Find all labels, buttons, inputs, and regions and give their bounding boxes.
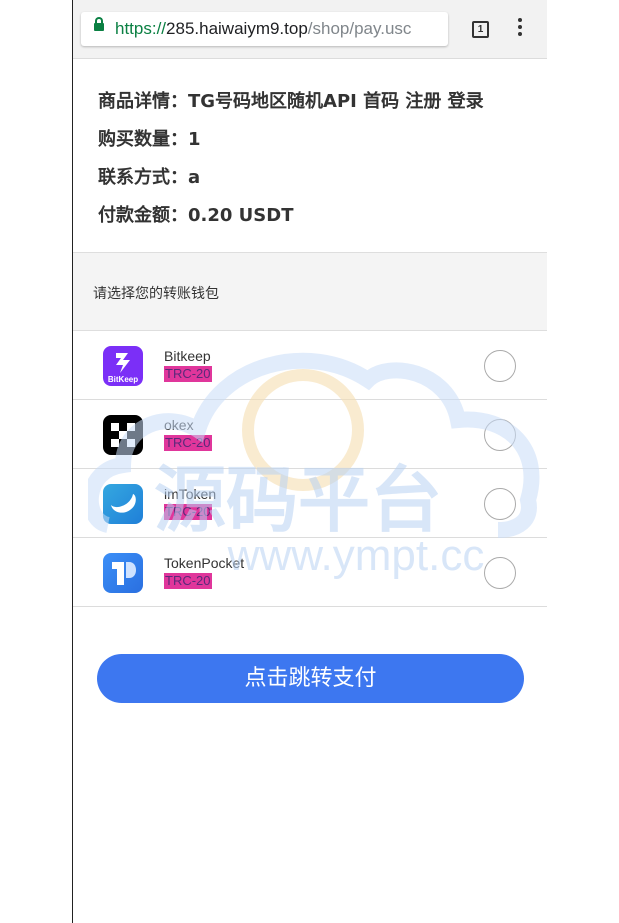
imtoken-icon (103, 484, 143, 524)
url-host: 285.haiwaiym9.top (166, 19, 308, 38)
payment-amount: 付款金额：0.20 USDT (98, 205, 294, 226)
wallet-option-tokenpocket[interactable]: TokenPocket TRC-20 (73, 538, 547, 607)
wallet-option-bitkeep[interactable]: BitKeep Bitkeep TRC-20 (73, 331, 547, 400)
wallet-option-okex[interactable]: okex TRC-20 (73, 400, 547, 469)
address-bar[interactable]: https://285.haiwaiym9.top/shop/pay.usc (81, 12, 448, 46)
network-badge: TRC-20 (164, 435, 212, 451)
browser-toolbar: https://285.haiwaiym9.top/shop/pay.usc 1 (73, 0, 547, 59)
order-details: 商品详情：TG号码地区随机API 首码 注册 登录 购买数量：1 联系方式：a … (98, 88, 484, 240)
tab-switcher-button[interactable]: 1 (472, 21, 489, 38)
url-text[interactable]: https://285.haiwaiym9.top/shop/pay.usc (115, 19, 411, 39)
browser-viewport: https://285.haiwaiym9.top/shop/pay.usc 1… (72, 0, 547, 923)
network-badge: TRC-20 (164, 504, 212, 520)
okex-icon (103, 415, 143, 455)
url-path: /shop/pay.usc (307, 19, 412, 38)
contact-info: 联系方式：a (98, 167, 201, 188)
product-detail: 商品详情：TG号码地区随机API 首码 注册 登录 (98, 91, 484, 112)
wallet-radio[interactable] (484, 419, 516, 451)
wallet-name: Bitkeep (164, 348, 211, 364)
wallet-radio[interactable] (484, 557, 516, 589)
wallet-option-imtoken[interactable]: imToken TRC-20 (73, 469, 547, 538)
url-scheme: https:// (115, 19, 167, 38)
wallet-radio[interactable] (484, 488, 516, 520)
wallet-prompt: 请选择您的转账钱包 (93, 286, 219, 302)
wallet-name: imToken (164, 486, 217, 502)
pay-button[interactable]: 点击跳转支付 (97, 654, 524, 703)
lock-icon (94, 17, 104, 31)
bitkeep-logo-text: BitKeep (108, 375, 138, 384)
tokenpocket-icon (103, 553, 143, 593)
wallet-radio[interactable] (484, 350, 516, 382)
more-menu-icon[interactable] (517, 18, 523, 40)
bitkeep-icon: BitKeep (103, 346, 143, 386)
network-badge: TRC-20 (164, 366, 212, 382)
network-badge: TRC-20 (164, 573, 212, 589)
purchase-quantity: 购买数量：1 (98, 129, 201, 150)
wallet-list: BitKeep Bitkeep TRC-20 okex TRC-20 imTok… (73, 331, 547, 607)
wallet-name: TokenPocket (164, 555, 245, 571)
wallet-section-header: 请选择您的转账钱包 (73, 253, 547, 331)
wallet-name: okex (164, 417, 194, 433)
